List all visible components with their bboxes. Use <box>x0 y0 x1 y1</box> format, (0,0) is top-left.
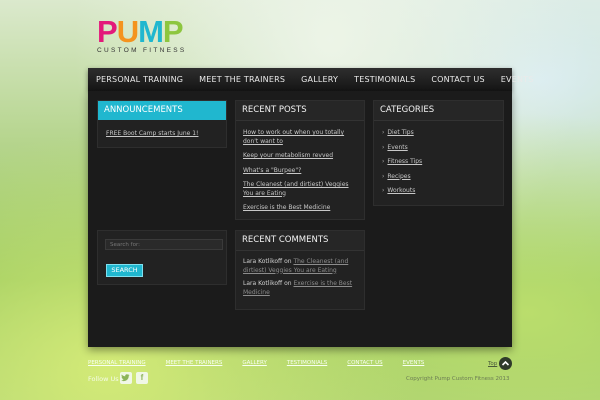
recent-comments-list: Lara Kotlikoff on The Cleanest (and dirt… <box>243 258 358 302</box>
bullet-icon: › <box>382 158 385 165</box>
main-content: ANNOUNCEMENTS FREE Boot Camp starts June… <box>88 91 512 347</box>
comment-author: Lara Kotlikoff <box>243 280 283 287</box>
announcement-link[interactable]: FREE Boot Camp starts June 1! <box>106 130 198 137</box>
bullet-icon: › <box>382 143 385 151</box>
comment-item: Lara Kotlikoff on Exercise is the Best M… <box>243 280 358 297</box>
recent-posts-panel: RECENT POSTS How to work out when you to… <box>235 100 365 220</box>
main-nav: PERSONAL TRAINING MEET THE TRAINERS GALL… <box>88 68 533 91</box>
category-item[interactable]: › Events <box>382 144 422 159</box>
announcements-title: ANNOUNCEMENTS <box>98 101 226 120</box>
nav-item-contact-us[interactable]: CONTACT US <box>423 68 492 91</box>
category-item[interactable]: › Fitness Tips <box>382 158 422 173</box>
footer-link-personal-training[interactable]: PERSONAL TRAINING <box>88 360 146 366</box>
category-link[interactable]: Events <box>387 144 407 151</box>
comment-on: on <box>284 258 292 265</box>
post-link[interactable]: The Cleanest (and dirtiest) Veggies You … <box>243 181 358 198</box>
logo-tagline: CUSTOM FITNESS <box>97 47 187 54</box>
twitter-icon[interactable] <box>120 372 132 384</box>
footer-link-events[interactable]: EVENTS <box>403 360 425 366</box>
categories-list: › Diet Tips › Events › Fitness Tips › Recipe… <box>382 129 422 202</box>
footer-link-gallery[interactable]: GALLERY <box>242 360 266 366</box>
logo[interactable]: PUMP CUSTOM FITNESS <box>97 16 197 56</box>
back-to-top-link[interactable]: Top <box>488 361 497 367</box>
post-link[interactable]: Keep your metabolism revved <box>243 152 358 161</box>
footer-nav: PERSONAL TRAINING MEET THE TRAINERS GALL… <box>88 360 444 366</box>
category-item[interactable]: › Recipes <box>382 173 422 188</box>
recent-comments-panel: RECENT COMMENTS Lara Kotlikoff on The Cl… <box>235 230 365 310</box>
logo-letter: M <box>138 14 164 49</box>
follow-us-label: Follow Us <box>88 375 119 383</box>
categories-panel: CATEGORIES › Diet Tips › Events › Fitness T… <box>373 100 504 206</box>
category-link[interactable]: Recipes <box>387 173 410 180</box>
bullet-icon: › <box>382 172 385 180</box>
announcements-panel: ANNOUNCEMENTS FREE Boot Camp starts June… <box>97 100 227 148</box>
footer-link-contact-us[interactable]: CONTACT US <box>347 360 382 366</box>
comment-on: on <box>284 280 292 287</box>
nav-item-personal-training[interactable]: PERSONAL TRAINING <box>88 68 191 91</box>
footer-link-meet-the-trainers[interactable]: MEET THE TRAINERS <box>166 360 223 366</box>
bullet-icon: › <box>382 129 385 136</box>
logo-letter: U <box>116 14 139 49</box>
bullet-icon: › <box>382 187 385 194</box>
post-link[interactable]: What's a "Burpee"? <box>243 167 358 176</box>
recent-posts-title: RECENT POSTS <box>236 101 364 121</box>
search-button[interactable]: SEARCH <box>106 264 143 277</box>
logo-letter: P <box>97 14 118 49</box>
footer-link-testimonials[interactable]: TESTIMONIALS <box>287 360 327 366</box>
comment-author: Lara Kotlikoff <box>243 258 283 265</box>
recent-posts-list: How to work out when you totally don't w… <box>243 129 358 219</box>
logo-letter: P <box>162 14 184 49</box>
nav-item-gallery[interactable]: GALLERY <box>293 68 346 91</box>
post-link[interactable]: How to work out when you totally don't w… <box>243 129 358 146</box>
comment-item: Lara Kotlikoff on The Cleanest (and dirt… <box>243 258 358 275</box>
copyright-text: Copyright Pump Custom Fitness 2013 <box>406 376 510 382</box>
search-input[interactable] <box>105 239 223 250</box>
category-link[interactable]: Workouts <box>387 187 415 194</box>
category-item[interactable]: › Workouts <box>382 187 422 202</box>
nav-item-events[interactable]: EVENTS <box>493 68 542 91</box>
category-item[interactable]: › Diet Tips <box>382 129 422 144</box>
facebook-icon[interactable]: f <box>136 372 148 384</box>
post-link[interactable]: Exercise is the Best Medicine <box>243 204 358 213</box>
back-to-top-icon[interactable] <box>499 357 512 370</box>
categories-title: CATEGORIES <box>374 101 503 121</box>
category-link[interactable]: Fitness Tips <box>387 158 422 165</box>
category-link[interactable]: Diet Tips <box>387 129 413 136</box>
recent-comments-title: RECENT COMMENTS <box>236 231 364 251</box>
logo-wordmark: PUMP <box>97 14 184 49</box>
nav-item-testimonials[interactable]: TESTIMONIALS <box>346 68 423 91</box>
nav-item-meet-the-trainers[interactable]: MEET THE TRAINERS <box>191 68 293 91</box>
